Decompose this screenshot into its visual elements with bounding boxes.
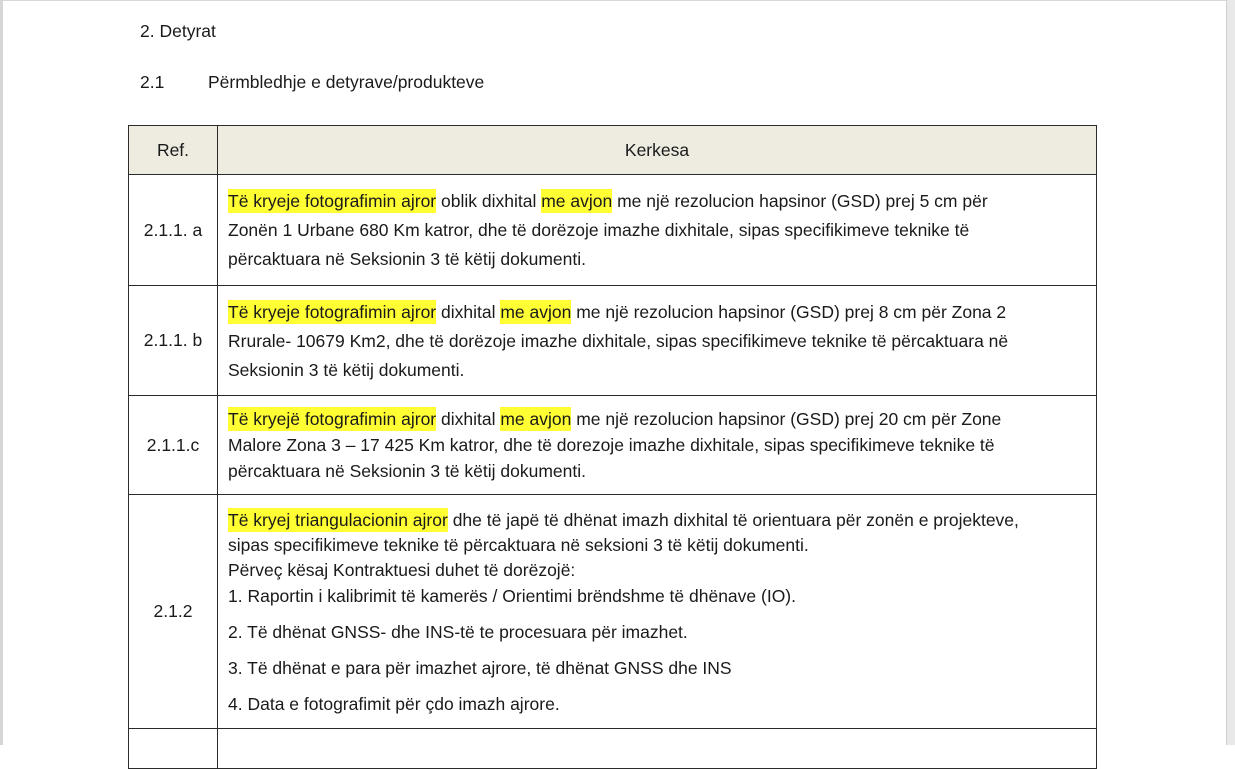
- text-line: përcaktuara në Seksionin 3 të këtij doku…: [228, 249, 586, 269]
- header-ref: Ref.: [128, 125, 218, 175]
- table-row: [128, 728, 1097, 769]
- highlighted-text: me avjon: [500, 407, 572, 431]
- text-line: përcaktuara në Seksionin 3 të këtij doku…: [228, 461, 586, 481]
- table-row: 2.1.1. b Të kryeje fotografimin ajror di…: [128, 285, 1097, 396]
- list-item: 4. Data e fotografimit për çdo imazh ajr…: [228, 694, 560, 714]
- row-ref: 2.1.1. b: [128, 285, 218, 396]
- text-line: sipas specifikimeve teknike të përcaktua…: [228, 535, 809, 555]
- highlighted-text: Të kryeje fotografimin ajror: [228, 189, 437, 213]
- text-fragment: me një rezolucion hapsinor (GSD) prej 8 …: [571, 302, 1007, 322]
- text-fragment: dixhital: [436, 409, 501, 429]
- requirements-table: Ref. Kerkesa 2.1.1. a Të kryeje fotograf…: [128, 125, 1097, 769]
- text-line: Përveç kësaj Kontraktuesi duhet të dorëz…: [228, 560, 576, 580]
- text-line: Rrurale- 10679 Km2, dhe të dorëzoje imaz…: [228, 331, 1009, 351]
- table-row: 2.1.1.c Të kryejë fotografimin ajror dix…: [128, 395, 1097, 495]
- page-top-edge: [3, 0, 1226, 1]
- row-ref: 2.1.1.c: [128, 395, 218, 495]
- table-row: 2.1.1. a Të kryeje fotografimin ajror ob…: [128, 174, 1097, 286]
- text-line: Të kryeje fotografimin ajror oblik dixhi…: [228, 187, 1086, 216]
- section-heading: 2. Detyrat: [140, 21, 216, 41]
- row-ref: 2.1.2: [128, 494, 218, 729]
- text-fragment: dixhital: [436, 302, 501, 322]
- text-line: Të kryeje fotografimin ajror dixhital me…: [228, 298, 1086, 327]
- list-item: 3. Të dhënat e para për imazhet ajrore, …: [228, 658, 732, 678]
- row-ref: 2.1.1. a: [128, 174, 218, 286]
- subsection-heading: 2.1 Përmbledhje e detyrave/produkteve: [140, 71, 484, 93]
- header-kerkesa: Kerkesa: [217, 125, 1097, 175]
- row-text: Të kryeje fotografimin ajror oblik dixhi…: [217, 174, 1097, 286]
- table-row: 2.1.2 Të kryej triangulacionin ajror dhe…: [128, 494, 1097, 729]
- subsection-title: Përmbledhje e detyrave/produkteve: [208, 72, 485, 92]
- text-fragment: oblik dixhital: [436, 191, 542, 211]
- text-fragment: me një rezolucion hapsinor (GSD) prej 20…: [571, 409, 1002, 429]
- text-line: Zonën 1 Urbane 680 Km katror, dhe të dor…: [228, 220, 970, 240]
- highlighted-text: Të kryejë fotografimin ajror: [228, 407, 437, 431]
- text-line: Malore Zona 3 – 17 425 Km katror, dhe të…: [228, 435, 995, 455]
- highlighted-text: Të kryeje fotografimin ajror: [228, 300, 437, 324]
- subsection-number: 2.1: [140, 72, 165, 92]
- row-ref-empty: [128, 728, 218, 769]
- text-line: Të kryej triangulacionin ajror dhe të ja…: [228, 507, 1086, 533]
- text-line: Seksionin 3 të këtij dokumenti.: [228, 360, 465, 380]
- vertical-scrollbar[interactable]: [1226, 0, 1235, 745]
- page-left-edge: [0, 0, 3, 745]
- list-item: 2. Të dhënat GNSS- dhe INS-të te procesu…: [228, 622, 688, 642]
- row-text-empty: [217, 728, 1097, 769]
- highlighted-text: Të kryej triangulacionin ajror: [228, 508, 448, 532]
- text-fragment: me një rezolucion hapsinor (GSD) prej 5 …: [612, 191, 988, 211]
- row-text: Të kryeje fotografimin ajror dixhital me…: [217, 285, 1097, 396]
- row-text: Të kryej triangulacionin ajror dhe të ja…: [217, 494, 1097, 729]
- row-text: Të kryejë fotografimin ajror dixhital me…: [217, 395, 1097, 495]
- table-header-row: Ref. Kerkesa: [128, 125, 1097, 175]
- text-fragment: dhe të japë të dhënat imazh dixhital të …: [447, 510, 1019, 530]
- highlighted-text: me avjon: [541, 189, 613, 213]
- text-line: Të kryejë fotografimin ajror dixhital me…: [228, 406, 1086, 432]
- highlighted-text: me avjon: [500, 300, 572, 324]
- list-item: 1. Raportin i kalibrimit të kamerës / Or…: [228, 586, 796, 606]
